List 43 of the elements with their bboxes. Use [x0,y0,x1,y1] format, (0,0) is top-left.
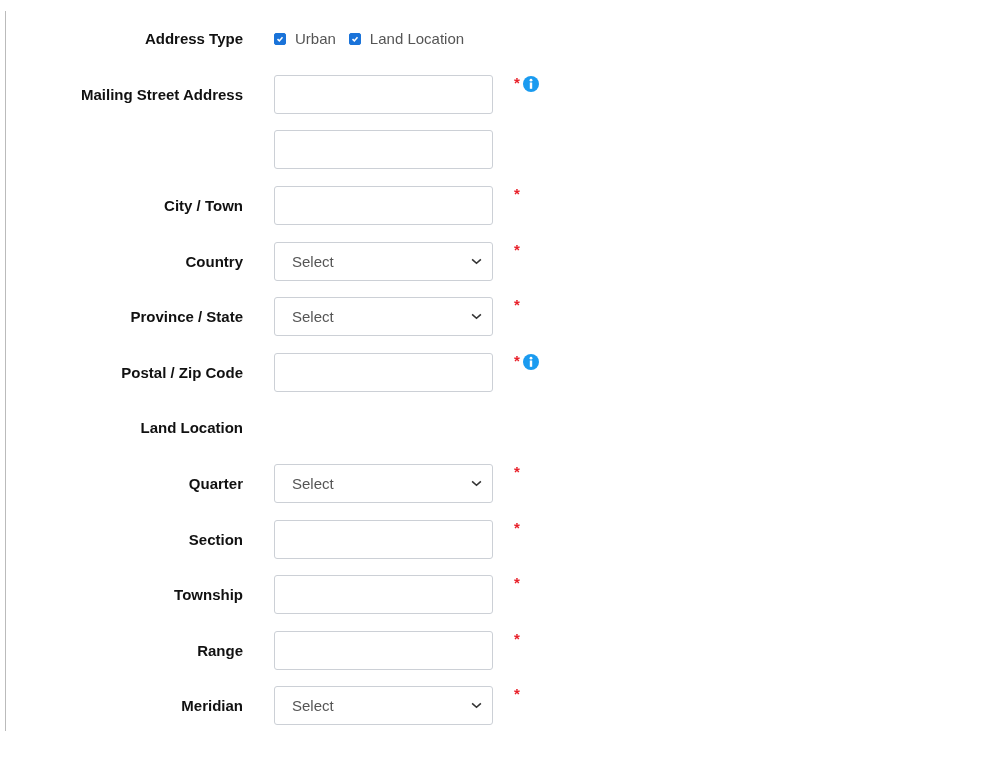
required-asterisk: * [514,241,520,257]
field-label: Country [185,252,243,270]
field-label: Township [174,586,243,604]
input-field[interactable] [274,519,493,559]
required-asterisk: * [514,575,520,591]
select-dropdown[interactable]: Select [274,297,493,337]
field-label: Section [188,530,243,548]
required-asterisk: * [514,74,520,90]
required-asterisk: * [514,297,520,313]
chevron-down-icon [471,702,482,710]
chevron-down-icon [471,313,482,321]
field-label: Range [197,641,243,659]
field-label: City / Town [164,197,243,215]
select-dropdown[interactable]: Select [274,464,493,504]
checkbox[interactable] [274,32,286,45]
checkbox-label[interactable]: Land Location [369,30,465,48]
info-icon[interactable] [522,75,539,92]
required-asterisk: * [514,630,520,646]
input-field[interactable] [274,74,493,114]
required-asterisk: * [514,686,520,702]
input-field[interactable] [274,130,493,170]
section-heading: Land Location [140,419,243,437]
chevron-down-icon [471,257,482,265]
field-label: Province / State [130,308,243,326]
field-label: Meridian [181,697,243,715]
input-field[interactable] [274,575,493,615]
field-label: Mailing Street Address [81,85,243,103]
required-asterisk: * [514,519,520,535]
select-dropdown[interactable]: Select [274,241,493,281]
required-asterisk: * [514,352,520,368]
checkbox[interactable] [348,32,361,45]
field-label: Postal / Zip Code [121,363,243,381]
input-field[interactable] [274,186,493,226]
checkbox-label[interactable]: Urban [295,30,336,48]
field-label: Address Type [144,30,243,48]
field-label: Quarter [188,475,243,493]
input-field[interactable] [274,630,493,670]
chevron-down-icon [471,480,482,488]
info-icon[interactable] [522,353,539,370]
input-field[interactable] [274,352,493,392]
required-asterisk: * [514,464,520,480]
select-dropdown[interactable]: Select [274,686,493,726]
required-asterisk: * [514,186,520,202]
